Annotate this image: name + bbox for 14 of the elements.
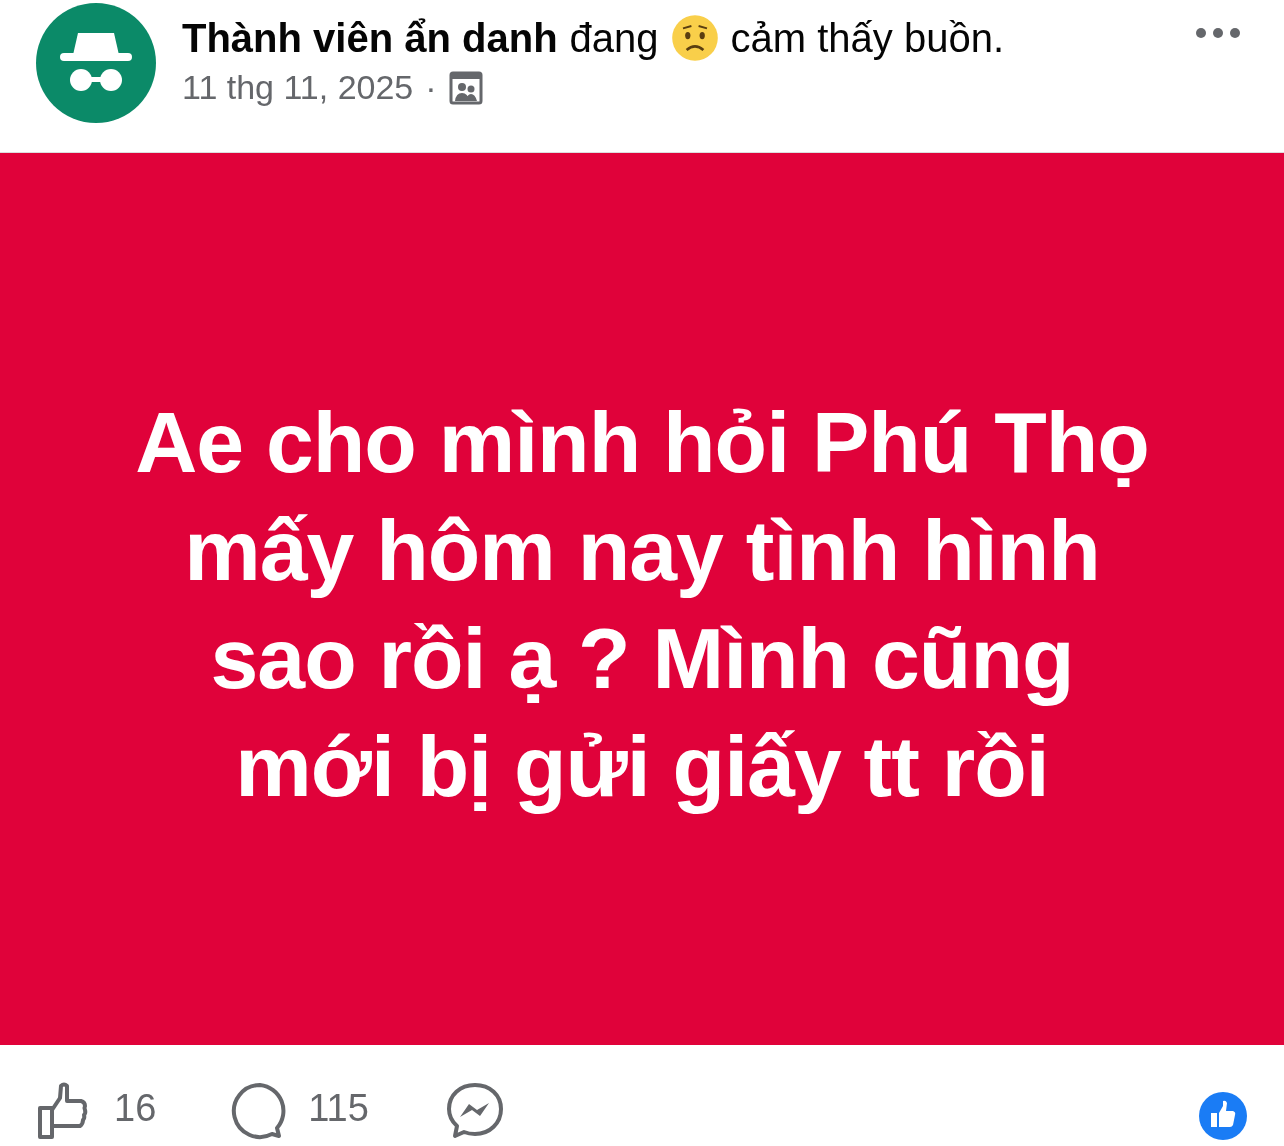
post-date[interactable]: 11 thg 11, 2025 — [182, 68, 414, 107]
anonymous-avatar-icon — [36, 3, 156, 123]
feeling-text: cảm thấy buồn. — [730, 15, 1005, 61]
status-verb: đang — [569, 15, 659, 61]
more-options-icon[interactable] — [1194, 26, 1242, 40]
like-reaction-icon — [1198, 1091, 1248, 1141]
separator-dot: · — [425, 68, 437, 107]
comment-count: 115 — [308, 1087, 369, 1130]
sad-face-icon — [670, 14, 719, 62]
post-text: Ae cho mình hỏi Phú Thọ mấy hôm nay tình hình sao rồi ạ ? Mình cũng mới bị gửi giấy tt rồi — [135, 393, 1149, 816]
messenger-icon[interactable] — [444, 1080, 505, 1141]
people-icon — [448, 70, 483, 105]
like-count: 16 — [114, 1087, 157, 1130]
author-name[interactable]: Thành viên ẩn danh — [182, 15, 558, 61]
